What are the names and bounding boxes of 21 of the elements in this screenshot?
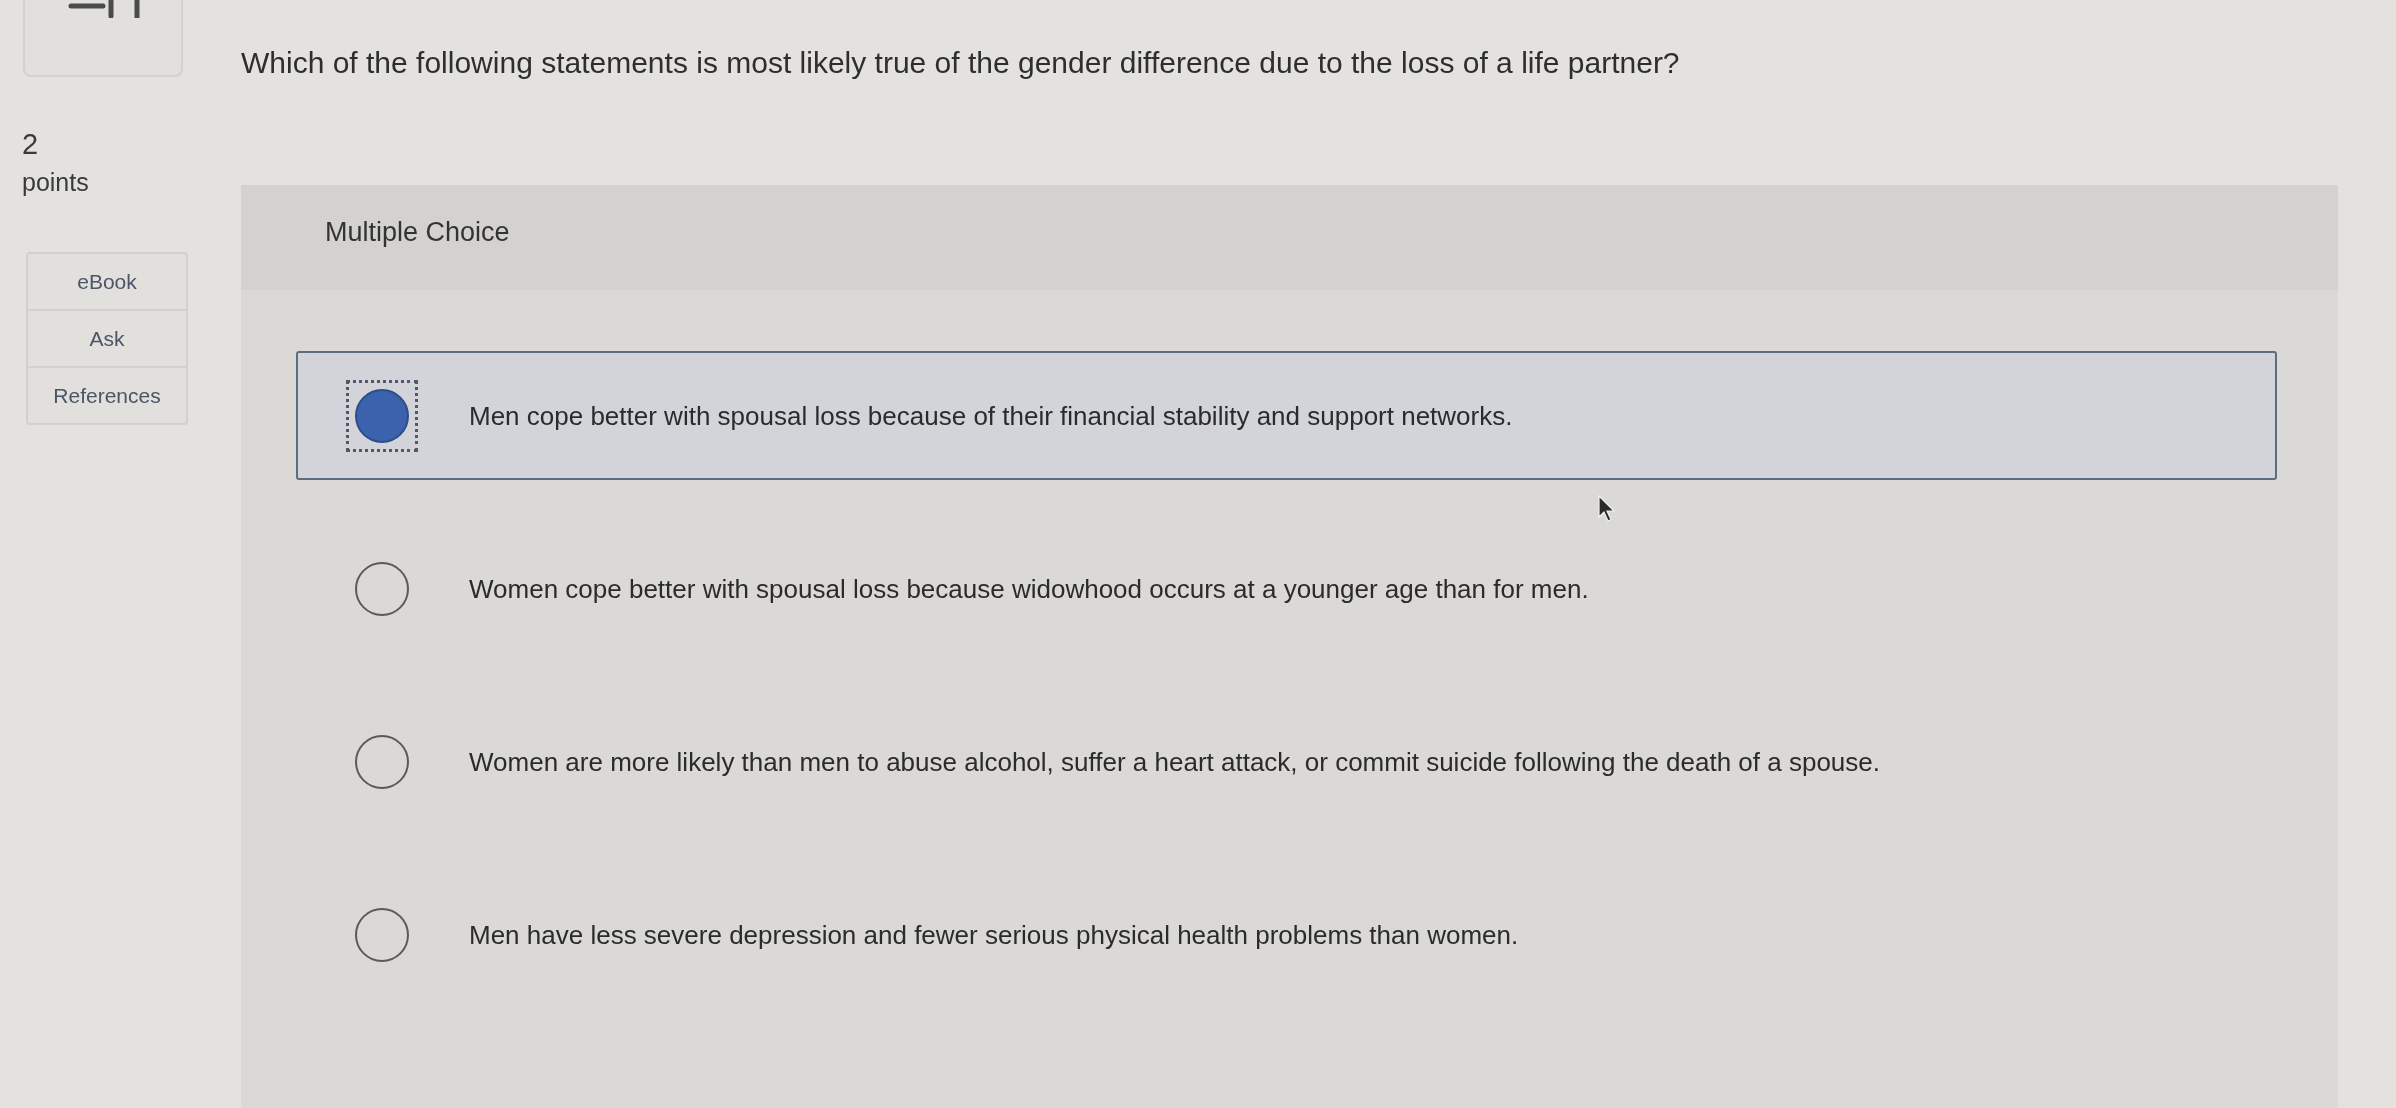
radio-button[interactable] (355, 734, 409, 789)
answer-option[interactable]: Men have less severe depression and fewer serious physical health problems than women. (296, 870, 2277, 999)
answer-option[interactable]: Women are more likely than men to abuse alcohol, suffer a heart attack, or commit suicide following the death of a spouse. (296, 697, 2277, 826)
radio-button[interactable] (355, 561, 409, 616)
answer-option[interactable]: Women cope better with spousal loss because widowhood occurs at a younger age than for men. (296, 524, 2277, 653)
points-label: points (22, 167, 89, 197)
selected-answer-option[interactable]: Men cope better with spousal loss because of their financial stability and support networks. (296, 351, 2277, 480)
tool-card[interactable] (23, 0, 183, 77)
mouse-pointer-icon (1597, 495, 1617, 523)
tool-link[interactable]: eBook (26, 252, 188, 311)
tool-link[interactable]: Ask (26, 309, 188, 368)
radio-button[interactable] (355, 907, 409, 962)
question-type-label: Multiple Choice (325, 216, 510, 248)
answer-text: Women cope better with spousal loss because widowhood occurs at a younger age than for men. (469, 572, 1589, 605)
points-value: 2 (22, 127, 39, 161)
answer-text: Men cope better with spousal loss because of their financial stability and support networks. (469, 399, 1513, 432)
answer-text: Men have less severe depression and fewer serious physical health problems than women. (469, 918, 1519, 951)
answer-text: Women are more likely than men to abuse alcohol, suffer a heart attack, or commit suicide following the death of a spouse. (469, 745, 1880, 778)
tool-link[interactable]: References (26, 366, 188, 425)
radio-button[interactable] (346, 379, 418, 452)
question-text: Which of the following statements is most likely true of the gender difference due to the loss of a life partner? (241, 45, 1681, 81)
